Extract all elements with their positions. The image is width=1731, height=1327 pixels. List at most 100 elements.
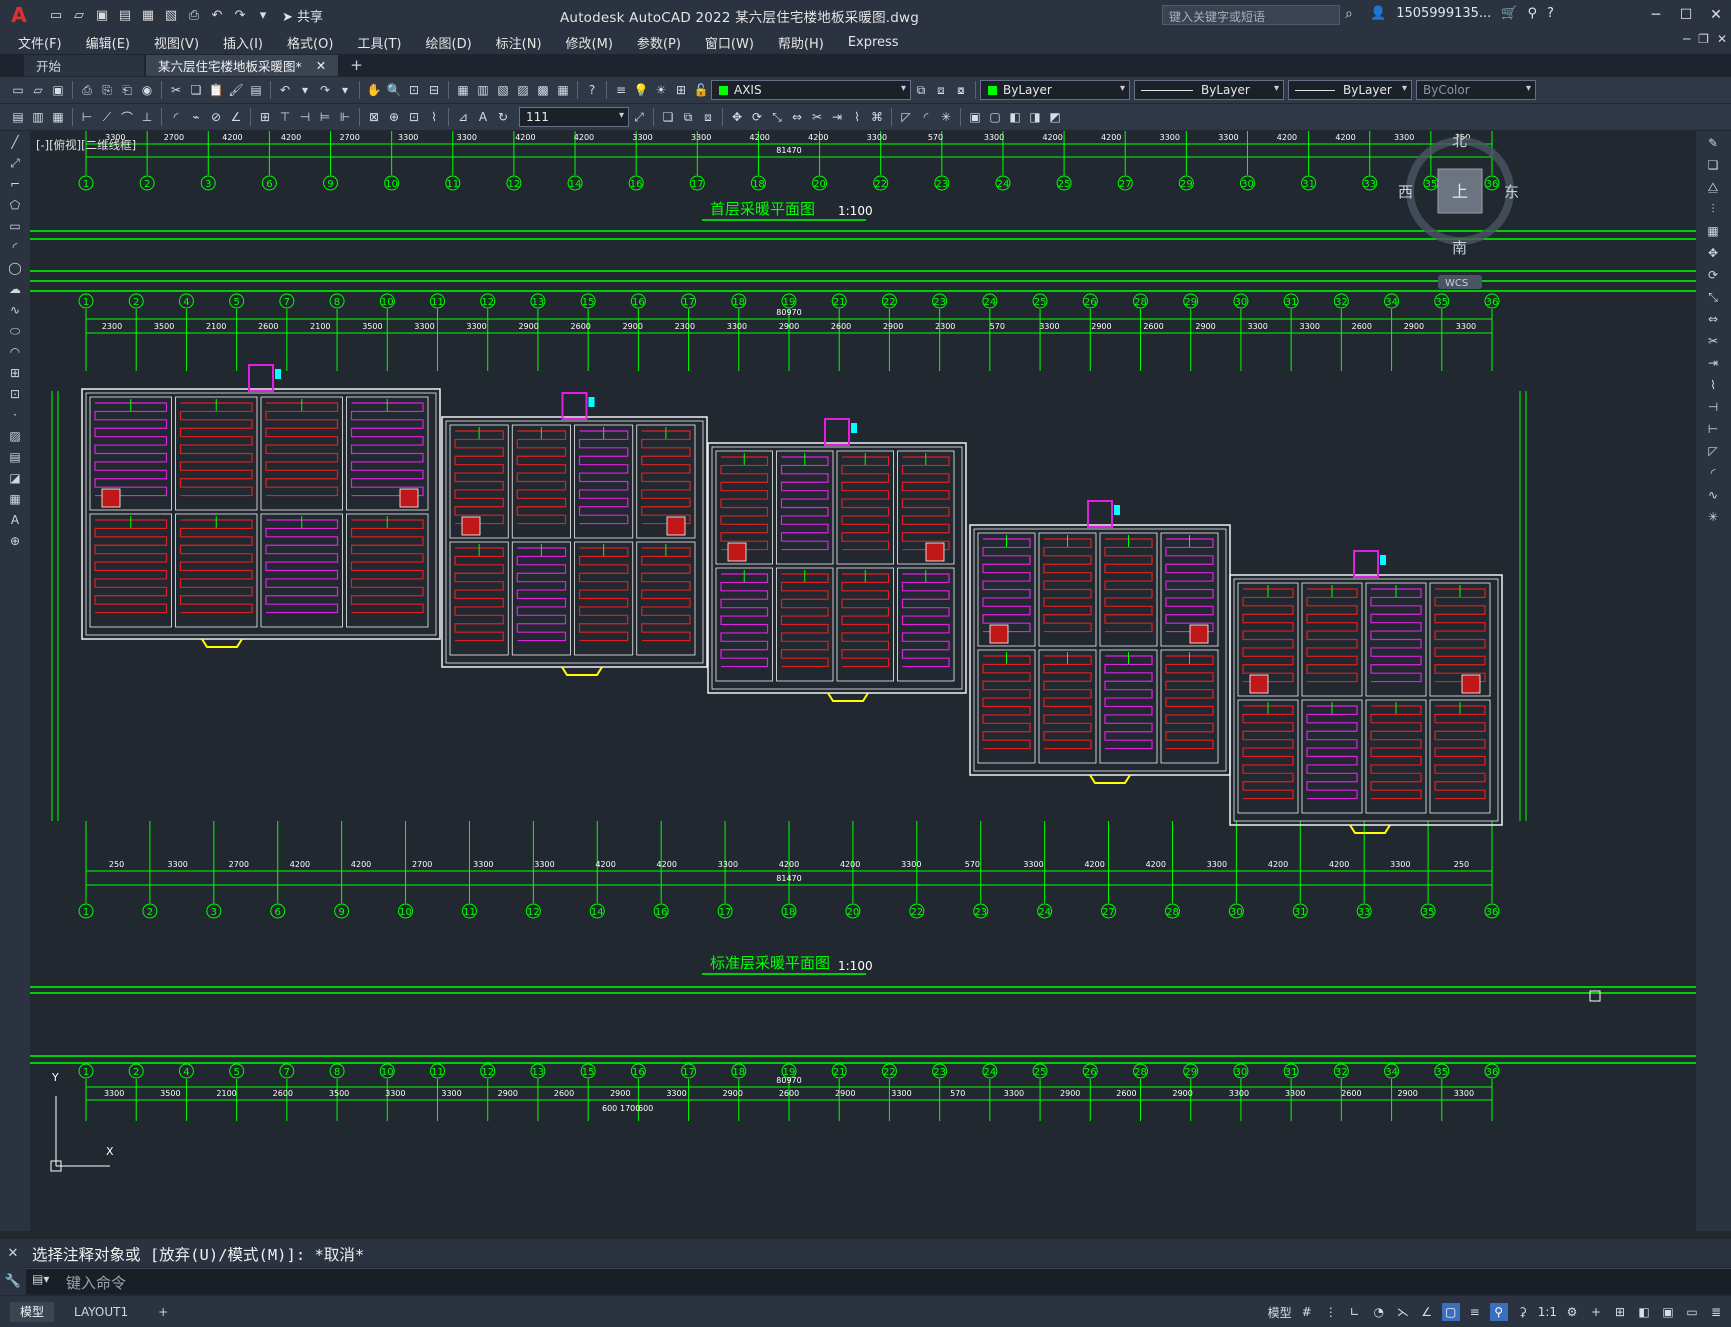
dim-update-icon[interactable]: ↻ — [494, 108, 512, 126]
layer-freeze-icon[interactable]: ☀ — [652, 81, 670, 99]
search-icon[interactable]: ⌕ — [1345, 6, 1353, 22]
baseline-dim-icon[interactable]: ⊤ — [276, 108, 294, 126]
tolerance-icon[interactable]: ⊠ — [365, 108, 383, 126]
menu-view[interactable]: 视图(V) — [154, 33, 199, 52]
jogged-dim-icon[interactable]: ⌁ — [187, 108, 205, 126]
break-point-icon[interactable]: ⌇ — [1702, 375, 1724, 395]
scale-icon[interactable]: ⤡ — [768, 108, 786, 126]
plot-preview-icon[interactable]: ⎘ — [98, 81, 116, 99]
autodesk-app-icon[interactable]: ⚲ — [1527, 6, 1537, 21]
cart-icon[interactable]: 🛒 — [1501, 6, 1517, 21]
dim-space-icon[interactable]: ⊨ — [316, 108, 334, 126]
break-modify-icon[interactable]: ⊣ — [1702, 397, 1724, 417]
arc-icon[interactable]: ◜ — [4, 237, 26, 257]
tool-palettes-icon[interactable]: ▧ — [494, 81, 512, 99]
save-icon[interactable]: ▣ — [92, 6, 112, 24]
model-space-button[interactable]: 模型 — [1268, 1304, 1292, 1321]
fillet-modify-icon[interactable]: ◜ — [1702, 463, 1724, 483]
dim-text-edit-icon[interactable]: A — [474, 108, 492, 126]
offset-icon[interactable]: ⧈ — [699, 108, 717, 126]
qat-dropdown-icon[interactable]: ▾ — [253, 6, 273, 24]
linear-dim-icon[interactable]: ⊢ — [78, 108, 96, 126]
text-to-front-icon[interactable]: ◩ — [1046, 108, 1064, 126]
print-icon[interactable]: ⎙ — [78, 81, 96, 99]
undo-icon[interactable]: ↶ — [207, 6, 227, 24]
dim-edit-icon[interactable]: ⊿ — [454, 108, 472, 126]
layer-viewport-icon[interactable]: ⊞ — [672, 81, 690, 99]
mirror-icon[interactable]: ⧉ — [679, 108, 697, 126]
hardware-accel-icon[interactable]: ▣ — [1659, 1303, 1677, 1321]
polar-icon[interactable]: ◔ — [1370, 1303, 1388, 1321]
layer-lock-icon[interactable]: 🔓 — [692, 81, 710, 99]
stretch-icon[interactable]: ⇔ — [788, 108, 806, 126]
menu-edit[interactable]: 编辑(E) — [86, 33, 130, 52]
lineweight-icon[interactable]: ≡ — [1466, 1303, 1484, 1321]
point-icon[interactable]: · — [4, 405, 26, 425]
region-icon[interactable]: ◪ — [4, 468, 26, 488]
zoom-window-icon[interactable]: ⊡ — [405, 81, 423, 99]
layer-states-icon[interactable]: ⧇ — [952, 81, 970, 99]
copy-modify-icon[interactable]: ❏ — [1702, 155, 1724, 175]
search-input[interactable]: 键入关键字或短语 — [1162, 5, 1340, 25]
linetype-dropdown[interactable]: ByLayer ▾ — [1134, 80, 1284, 100]
plotstyle-dropdown[interactable]: ByColor ▾ — [1416, 80, 1536, 100]
annotation-scale[interactable]: 1:1 — [1538, 1305, 1557, 1319]
chamfer-icon[interactable]: ◸ — [897, 108, 915, 126]
doc-restore-icon[interactable]: ❐ — [1698, 32, 1709, 46]
move-modify-icon[interactable]: ✥ — [1702, 243, 1724, 263]
table-style-icon[interactable]: ▦ — [49, 108, 67, 126]
new-icon[interactable]: ▭ — [46, 6, 66, 24]
join-modify-icon[interactable]: ⊢ — [1702, 419, 1724, 439]
stretch-modify-icon[interactable]: ⇔ — [1702, 309, 1724, 329]
continue-dim-icon[interactable]: ⊣ — [296, 108, 314, 126]
qnew-icon[interactable]: ▭ — [9, 81, 27, 99]
grid-icon[interactable]: # — [1298, 1303, 1316, 1321]
table-icon[interactable]: ▦ — [4, 489, 26, 509]
layout1-tab[interactable]: LAYOUT1 — [64, 1302, 138, 1322]
ellipse-icon[interactable]: ⬭ — [4, 321, 26, 341]
layer-properties-icon[interactable]: ≡ — [612, 81, 630, 99]
trim-icon[interactable]: ✂ — [808, 108, 826, 126]
clean-screen-icon[interactable]: ▭ — [1683, 1303, 1701, 1321]
markup-icon[interactable]: ▩ — [534, 81, 552, 99]
arc-length-icon[interactable]: ⌒ — [118, 108, 136, 126]
extend-icon[interactable]: ⇥ — [828, 108, 846, 126]
help-icon[interactable]: ? — [1547, 6, 1554, 21]
menu-insert[interactable]: 插入(I) — [223, 33, 263, 52]
isodraft-icon[interactable]: ⋋ — [1394, 1303, 1412, 1321]
command-close-icon[interactable]: ✕ — [8, 1246, 19, 1261]
web-open-icon[interactable]: ▦ — [138, 6, 158, 24]
menu-parametric[interactable]: 参数(P) — [637, 33, 681, 52]
annotation-monitor-icon[interactable]: + — [1587, 1303, 1605, 1321]
doc-minimize-icon[interactable]: ─ — [1683, 32, 1690, 46]
line-icon[interactable]: ╱ — [4, 132, 26, 152]
tab-start[interactable]: 开始 — [24, 55, 144, 76]
join-icon[interactable]: ⌘ — [868, 108, 886, 126]
draworder-front-icon[interactable]: ▣ — [966, 108, 984, 126]
menu-dimension[interactable]: 标注(N) — [496, 33, 542, 52]
maximize-icon[interactable]: ☐ — [1671, 0, 1701, 30]
command-settings-icon[interactable]: 🔧 — [5, 1274, 21, 1289]
web-save-icon[interactable]: ▧ — [161, 6, 181, 24]
menu-window[interactable]: 窗口(W) — [705, 33, 754, 52]
fillet-icon[interactable]: ◜ — [917, 108, 935, 126]
help-tool-icon[interactable]: ? — [583, 81, 601, 99]
insert-block-icon[interactable]: ⊞ — [4, 363, 26, 383]
zoom-realtime-icon[interactable]: 🔍 — [385, 81, 403, 99]
menu-tools[interactable]: 工具(T) — [357, 33, 401, 52]
workspace-icon[interactable]: ⚙ — [1563, 1303, 1581, 1321]
diameter-dim-icon[interactable]: ⊘ — [207, 108, 225, 126]
angular-dim-icon[interactable]: ∠ — [227, 108, 245, 126]
properties-icon[interactable]: ▦ — [454, 81, 472, 99]
quick-dim-icon[interactable]: ⊞ — [256, 108, 274, 126]
close-icon[interactable]: ✕ — [1701, 0, 1731, 30]
minimize-icon[interactable]: ─ — [1641, 0, 1671, 30]
scale-modify-icon[interactable]: ⤡ — [1702, 287, 1724, 307]
explode-icon[interactable]: ✳ — [937, 108, 955, 126]
new-tab-icon[interactable]: + — [340, 55, 373, 76]
layer-dropdown[interactable]: AXIS ▾ — [711, 80, 911, 100]
undo-dropdown-icon[interactable]: ▾ — [296, 81, 314, 99]
calculator-icon[interactable]: ▦ — [554, 81, 572, 99]
share-button[interactable]: ➤ 共享 — [282, 6, 323, 25]
user-icon[interactable]: 👤 — [1370, 6, 1386, 21]
